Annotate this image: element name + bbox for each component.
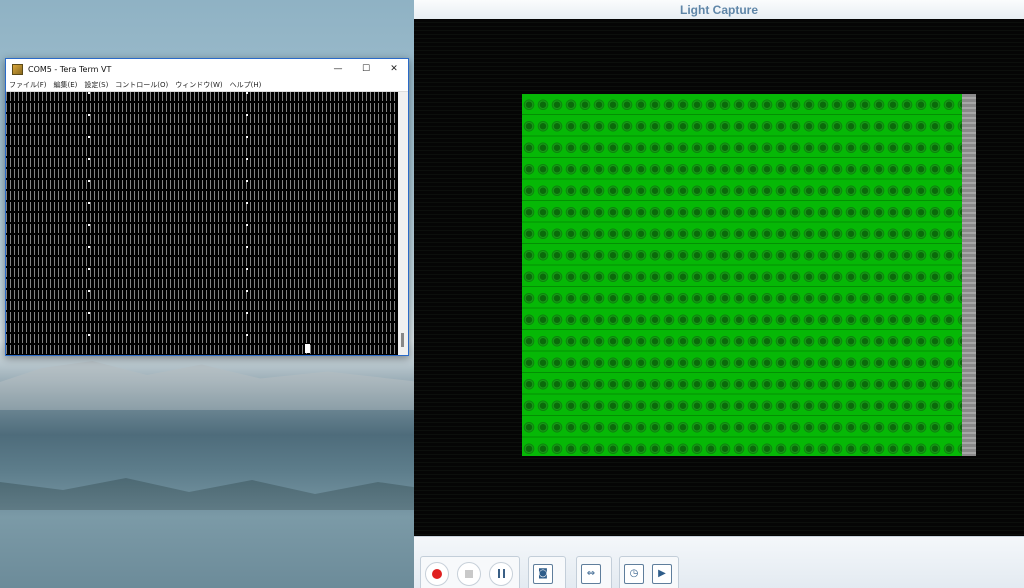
stop-icon bbox=[465, 569, 473, 578]
teraterm-app-icon bbox=[12, 63, 23, 75]
teraterm-menubar: ファイル(F) 編集(E) 設定(S) コントロール(O) ウィンドウ(W) ヘ… bbox=[6, 79, 408, 92]
terminal-markers bbox=[6, 92, 398, 355]
snapshot-controls: ◙ bbox=[528, 556, 566, 588]
terminal-scrollbar[interactable] bbox=[398, 92, 408, 355]
minimize-button[interactable]: — bbox=[324, 59, 352, 79]
captured-green-panel bbox=[522, 94, 970, 456]
record-controls bbox=[420, 556, 520, 588]
fit-width-icon: ⇔ bbox=[586, 568, 596, 579]
record-button[interactable] bbox=[425, 561, 449, 586]
stop-button[interactable] bbox=[457, 561, 481, 586]
menu-settings[interactable]: 設定(S) bbox=[84, 80, 108, 90]
timer-button[interactable]: ◷ bbox=[624, 563, 644, 584]
snapshot-button[interactable]: ◙ bbox=[533, 563, 553, 584]
panel-edge-strip bbox=[962, 94, 976, 456]
teraterm-title: COM5 - Tera Term VT bbox=[28, 64, 112, 74]
play-button[interactable]: ▶ bbox=[652, 563, 672, 584]
capture-viewport[interactable] bbox=[414, 19, 1024, 536]
pause-button[interactable] bbox=[489, 561, 513, 586]
close-button[interactable]: ✕ bbox=[380, 59, 408, 79]
desktop-background: COM5 - Tera Term VT — ☐ ✕ ファイル(F) 編集(E) … bbox=[0, 0, 1024, 588]
menu-window[interactable]: ウィンドウ(W) bbox=[175, 80, 222, 90]
lightcapture-title: Light Capture bbox=[680, 2, 758, 17]
menu-edit[interactable]: 編集(E) bbox=[54, 80, 78, 90]
menu-control[interactable]: コントロール(O) bbox=[115, 80, 168, 90]
capture-toolbar: ◙ ⇔ ◷ ▶ bbox=[414, 536, 1024, 588]
camera-icon: ◙ bbox=[538, 568, 548, 579]
scrollbar-thumb[interactable] bbox=[401, 333, 404, 347]
record-icon bbox=[432, 568, 442, 579]
teraterm-titlebar[interactable]: COM5 - Tera Term VT — ☐ ✕ bbox=[6, 59, 408, 79]
lightcapture-titlebar[interactable]: Light Capture bbox=[414, 0, 1024, 19]
teraterm-window[interactable]: COM5 - Tera Term VT — ☐ ✕ ファイル(F) 編集(E) … bbox=[5, 58, 409, 356]
menu-file[interactable]: ファイル(F) bbox=[9, 80, 47, 90]
fit-width-button[interactable]: ⇔ bbox=[581, 563, 601, 584]
lake-reflection bbox=[0, 478, 420, 510]
menu-help[interactable]: ヘルプ(H) bbox=[230, 80, 262, 90]
pause-icon bbox=[497, 569, 505, 578]
terminal-cursor bbox=[305, 344, 310, 353]
maximize-button[interactable]: ☐ bbox=[352, 59, 380, 79]
clock-icon: ◷ bbox=[629, 568, 639, 579]
playback-controls: ◷ ▶ bbox=[619, 556, 679, 588]
lightcapture-window[interactable]: Light Capture ◙ ⇔ ◷ ▶ bbox=[414, 0, 1024, 588]
play-icon: ▶ bbox=[658, 568, 666, 579]
view-controls: ⇔ bbox=[576, 556, 612, 588]
